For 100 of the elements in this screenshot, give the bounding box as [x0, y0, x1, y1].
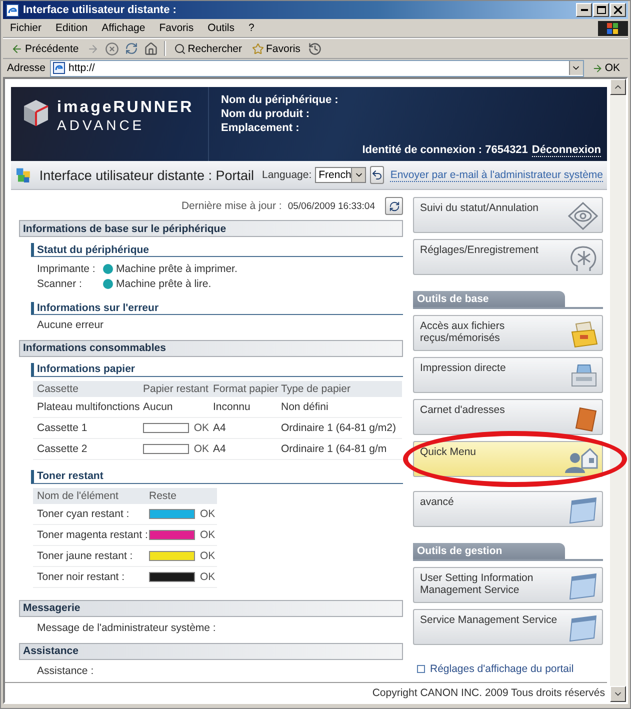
maximize-icon — [596, 6, 606, 14]
subsection-header: Statut du périphérique — [31, 243, 403, 258]
minimize-button[interactable] — [576, 3, 592, 17]
shortcut-button[interactable]: Carnet d'adresses — [413, 399, 603, 435]
paper-status: OK — [194, 442, 209, 455]
column-header: Papier restant — [142, 382, 209, 395]
cube-logo-icon — [23, 99, 49, 127]
refresh-button[interactable] — [385, 197, 403, 216]
copyright-text: Copyright CANON INC. 2009 Tous droits réservés — [372, 686, 605, 698]
column-header: Format papier — [212, 382, 277, 395]
last-update-value: 05/06/2009 16:33:04 — [288, 200, 375, 212]
scroll-down-button[interactable] — [610, 686, 626, 702]
window-icon — [568, 572, 598, 600]
paper-status: OK — [194, 422, 209, 434]
paper-level-bar — [143, 422, 189, 433]
subsection-header: Toner restant — [31, 470, 403, 484]
right-arrow-icon — [592, 62, 603, 74]
shortcut-button[interactable]: Quick Menu — [413, 441, 603, 477]
table-cell-text: Toner magenta restant : — [36, 528, 145, 541]
language-label: Language: — [261, 169, 312, 181]
table-cell-text: Plateau multifonctions — [36, 400, 139, 413]
menu-item[interactable]: Edition — [48, 22, 95, 34]
maximize-button[interactable] — [593, 3, 609, 17]
section-header: Messagerie — [19, 600, 403, 617]
logout-link[interactable]: Déconnexion — [532, 144, 601, 157]
column-header: Reste — [148, 490, 178, 502]
shortcut-button[interactable]: User Setting Information Management Service — [413, 567, 603, 603]
shortcut-button[interactable]: Impression directe — [413, 357, 603, 393]
column-header: Nom de l'élément — [36, 490, 120, 502]
status-text: Machine prête à imprimer. — [116, 263, 238, 276]
search-icon — [174, 42, 186, 54]
favorites-button[interactable]: Favoris — [250, 42, 302, 54]
section-header: Informations de base sur le périphérique — [19, 220, 403, 238]
status-text: Machine prête à lire. — [116, 278, 212, 290]
shortcut-button[interactable]: Service Management Service — [413, 609, 603, 645]
device-field-label: Nom du périphérique : — [221, 93, 338, 107]
table-cell-text: Aucun — [142, 400, 174, 413]
brand-subtitle: ADVANCE — [57, 117, 146, 133]
brand-name: imageRUNNER — [57, 99, 194, 117]
login-id: Identité de connexion : 7654321 — [362, 144, 528, 157]
apply-language-button[interactable] — [370, 166, 384, 184]
device-field-label: Nom du produit : — [221, 107, 310, 121]
menu-item[interactable]: Favoris — [152, 22, 201, 34]
table-cell-text: A4 — [212, 422, 227, 434]
return-arrow-icon — [371, 169, 384, 181]
close-button[interactable] — [610, 3, 626, 17]
portal-settings-link[interactable]: Réglages d'affichage du portail — [417, 663, 574, 675]
table-cell-text: Cassette 2 — [36, 442, 88, 455]
group-title: Outils de base — [413, 291, 565, 307]
square-bullet-icon — [417, 665, 425, 673]
toner-status: OK — [200, 528, 216, 541]
menu-item[interactable]: Fichier — [3, 22, 49, 34]
window-title: Interface utilisateur distante : — [23, 4, 176, 16]
section-header: Informations consommables — [19, 340, 403, 357]
toner-status: OK — [200, 550, 216, 562]
flag-icon — [607, 22, 619, 34]
history-icon[interactable] — [308, 42, 322, 56]
table-cell-text: Inconnu — [212, 400, 252, 413]
section-header: Assistance — [19, 642, 403, 660]
table-cell-text: Toner jaune restant : — [36, 550, 134, 562]
error-text: Aucune erreur — [36, 318, 104, 333]
home-icon[interactable] — [144, 42, 158, 56]
table-cell-text: Cassette 1 — [36, 422, 88, 434]
drawer-icon — [570, 320, 598, 348]
table-cell-text: Ordinaire 1 (64-81 g/m — [280, 442, 388, 455]
star-icon — [252, 42, 264, 54]
table-cell-text: A4 — [212, 442, 227, 455]
last-update-label: Dernière mise à jour : — [181, 200, 282, 212]
admin-message-label: Message de l'administrateur système : — [36, 620, 216, 636]
eye-icon — [568, 202, 598, 230]
subsection-header: Informations sur l'erreur — [31, 302, 403, 316]
window-icon — [568, 496, 598, 524]
refresh-icon[interactable] — [124, 42, 138, 55]
shortcut-button[interactable]: Suivi du statut/Annulation — [413, 197, 603, 233]
go-button[interactable]: OK — [588, 62, 624, 74]
menu-item[interactable]: Outils — [200, 22, 242, 34]
stop-icon[interactable] — [104, 42, 119, 56]
scroll-up-button[interactable] — [610, 79, 626, 95]
close-icon — [614, 6, 622, 14]
address-label: Adresse — [7, 62, 46, 74]
email-admin-link[interactable]: Envoyer par e-mail à l'administrateur système — [390, 168, 603, 182]
person-house-icon — [564, 446, 598, 474]
address-field[interactable]: http:// — [50, 60, 584, 76]
search-button[interactable]: Rechercher — [172, 42, 244, 54]
subsection-header: Informations papier — [31, 362, 403, 377]
group-title: Outils de gestion — [413, 543, 565, 559]
menu-item[interactable]: ? — [242, 22, 262, 34]
column-header: Type de papier — [280, 382, 352, 395]
language-select[interactable]: French — [314, 167, 366, 183]
asterisk-head-icon — [568, 244, 598, 272]
browser-icon — [6, 4, 19, 16]
shortcut-button[interactable]: Accès aux fichiers reçus/mémorisés — [413, 315, 603, 351]
toner-status: OK — [200, 570, 216, 583]
shortcut-button[interactable]: avancé — [413, 491, 603, 527]
device-field-label: Emplacement : — [221, 121, 300, 135]
page-icon — [52, 62, 65, 74]
menu-item[interactable]: Affichage — [94, 22, 152, 34]
page-title: Interface utilisateur distante : Portail — [39, 168, 254, 182]
shortcut-button[interactable]: Réglages/Enregistrement — [413, 239, 603, 275]
back-button[interactable]: Précédente — [9, 42, 81, 54]
